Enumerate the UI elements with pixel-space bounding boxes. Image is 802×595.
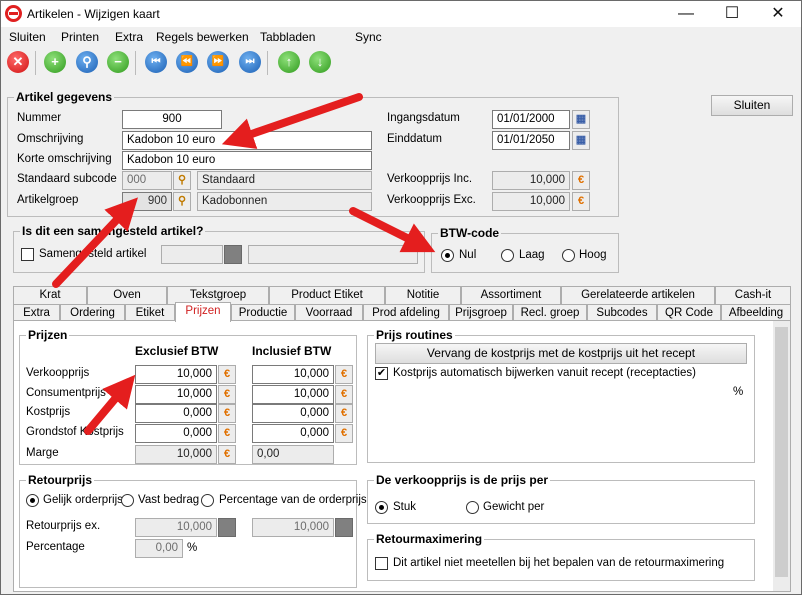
arrow-to-btw-nul — [349, 207, 436, 253]
arrow-to-omschrijving — [221, 93, 363, 149]
annotation-arrows — [52, 93, 436, 435]
arrow-to-verkoopprijs — [84, 374, 136, 435]
window: Artikelen - Wijzigen kaart — ☐ ✕ Sluiten… — [0, 0, 802, 595]
tab-prijzen[interactable]: Prijzen — [175, 302, 231, 322]
arrow-to-artikelgroep — [52, 197, 138, 288]
